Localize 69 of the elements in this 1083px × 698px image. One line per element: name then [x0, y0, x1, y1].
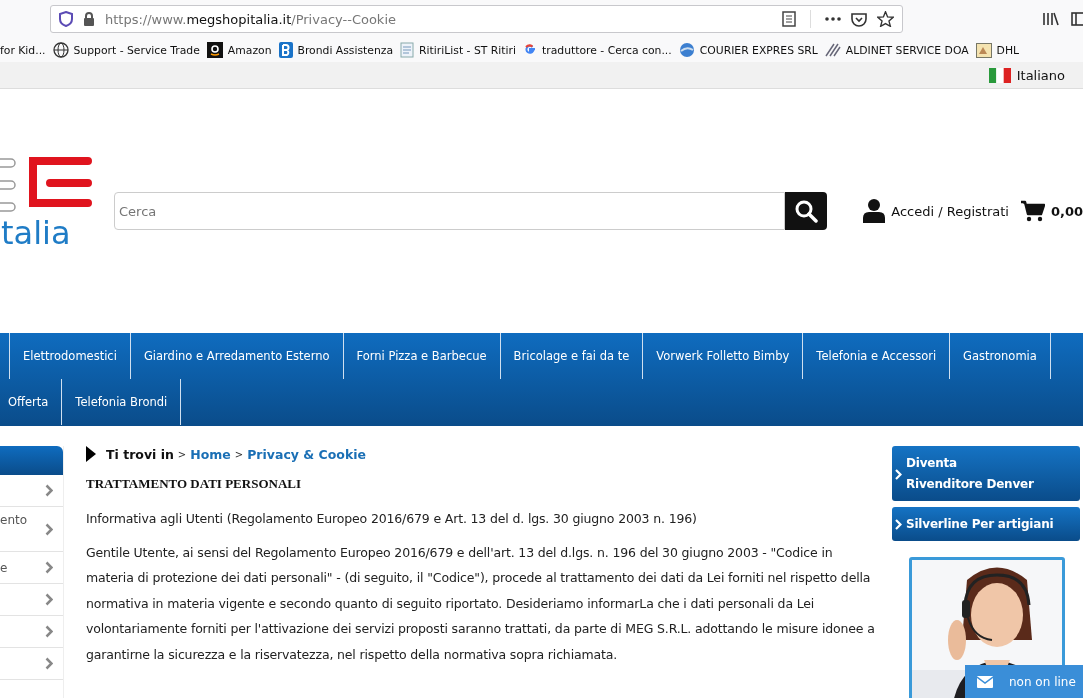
sidebar-icon[interactable]	[1071, 12, 1083, 26]
chevron-right-icon	[45, 593, 53, 606]
bookmark[interactable]: Support - Service Trade	[52, 42, 200, 58]
chevron-right-icon	[895, 519, 902, 530]
breadcrumb-separator: >	[234, 448, 244, 460]
url-text: https://www.megshopitalia.it/Privacy--Cookie	[105, 11, 396, 27]
search-field[interactable]: Cerca	[114, 192, 786, 230]
search-icon	[794, 199, 819, 223]
reader-view-icon[interactable]	[782, 11, 796, 27]
star-icon[interactable]	[877, 11, 894, 27]
bookmark[interactable]: for Kid...	[0, 43, 46, 57]
menu-item[interactable]: Telefonia e Accessori	[803, 333, 951, 379]
aldinet-icon	[824, 43, 841, 57]
shield-icon	[59, 11, 73, 27]
breadcrumb-label: Ti trovi in	[106, 446, 174, 462]
cart-link[interactable]: 0,00	[1020, 200, 1083, 222]
envelope-icon	[977, 675, 993, 688]
bookmark[interactable]: Amazon	[206, 42, 272, 58]
globe-icon	[52, 42, 69, 58]
pocket-icon[interactable]	[851, 11, 867, 27]
breadcrumb-link[interactable]: Privacy & Cookie	[247, 446, 366, 462]
promo-button[interactable]: Diventa Rivenditore Denver	[892, 446, 1080, 501]
bookmark[interactable]: RitiriList - ST Ritiri	[400, 42, 516, 58]
google-icon	[523, 43, 537, 57]
triangle-right-icon	[86, 446, 96, 462]
library-icon[interactable]	[1043, 12, 1059, 26]
amazon-icon	[206, 42, 223, 58]
more-icon[interactable]	[825, 17, 841, 21]
bookmark[interactable]: DHL	[975, 42, 1020, 58]
search-button[interactable]	[785, 192, 828, 230]
dhl-icon	[975, 42, 992, 58]
breadcrumb-link[interactable]: Home	[190, 446, 231, 462]
sidebar-header	[0, 446, 63, 475]
lock-icon	[83, 12, 95, 26]
sidebar-item[interactable]: ento	[0, 507, 63, 552]
chevron-right-icon	[45, 522, 53, 536]
cart-icon	[1020, 200, 1045, 222]
bookmark[interactable]: Brondi Assistenza	[278, 42, 394, 58]
menu-item[interactable]: Elettrodomestici	[9, 333, 131, 379]
document-icon	[400, 42, 415, 58]
bookmark[interactable]: traduttore - Cerca con...	[523, 43, 672, 57]
language-selector[interactable]: Italiano	[988, 67, 1065, 83]
chevron-right-icon	[895, 468, 902, 480]
bookmark[interactable]: ALDINET SERVICE DOA	[824, 43, 969, 57]
bookmark[interactable]: COURIER EXPRES SRL	[678, 42, 818, 58]
address-bar[interactable]: https://www.megshopitalia.it/Privacy--Cookie	[50, 5, 903, 33]
menu-item[interactable]: Offerta	[0, 379, 63, 425]
italy-flag-icon	[988, 67, 1011, 83]
brondi-icon	[278, 42, 293, 58]
logo[interactable]: talia	[0, 156, 92, 248]
globe-icon	[678, 42, 695, 58]
chevron-right-icon	[45, 657, 53, 670]
menu-item[interactable]: Forni Pizza e Barbecue	[343, 333, 501, 379]
login-link[interactable]: Accedi / Registrati	[863, 199, 1009, 223]
sidebar-item[interactable]: e	[0, 552, 63, 584]
chevron-right-icon	[45, 625, 53, 638]
user-icon	[863, 199, 886, 223]
menu-item[interactable]: Bricolage e fai da te	[500, 333, 644, 379]
article-title: TRATTAMENTO DATI PERSONALI	[86, 476, 302, 492]
menu-item[interactable]: Telefonia Brondi	[62, 379, 182, 425]
chevron-right-icon	[45, 484, 53, 497]
promo-button[interactable]: Silverline Per artigiani	[892, 507, 1080, 541]
article-paragraph: Informativa agli Utenti (Regolamento Europeo 2016/679 e Art. 13 del d. lgs. 30 giugno 2003 n. 196)	[86, 510, 698, 528]
article-paragraph: Gentile Utente, ai sensi del Regolamento Europeo 2016/679 e dell'art. 13 del d.lgs. n. 196 del 30 giugno 2003 - "Codice in materia di protezione dei dati personali" - (di seguito, il "Codice"), procede al trattamento dei dati da Lei forniti nel rispetto della normativa in materia vigente e secondo quanto di seguito riportato. Desideriamo informarLa che i dati personali da Lei volontariamente forniti per l'attivazione dei servizi proposti saranno trattati, da parte di MEG S.R.L. adottando le misure idonee a garantirne la sicurezza e la riservatezza, nel rispetto della normativa sopra richiamata.	[86, 543, 876, 664]
breadcrumb-separator: >	[177, 448, 187, 460]
chevron-right-icon	[45, 561, 53, 574]
menu-item[interactable]: Giardino e Arredamento Esterno	[130, 333, 344, 379]
menu-item[interactable]: Vorwerk Folletto Bimby	[643, 333, 804, 379]
menu-item[interactable]: Gastronomia	[950, 333, 1051, 379]
